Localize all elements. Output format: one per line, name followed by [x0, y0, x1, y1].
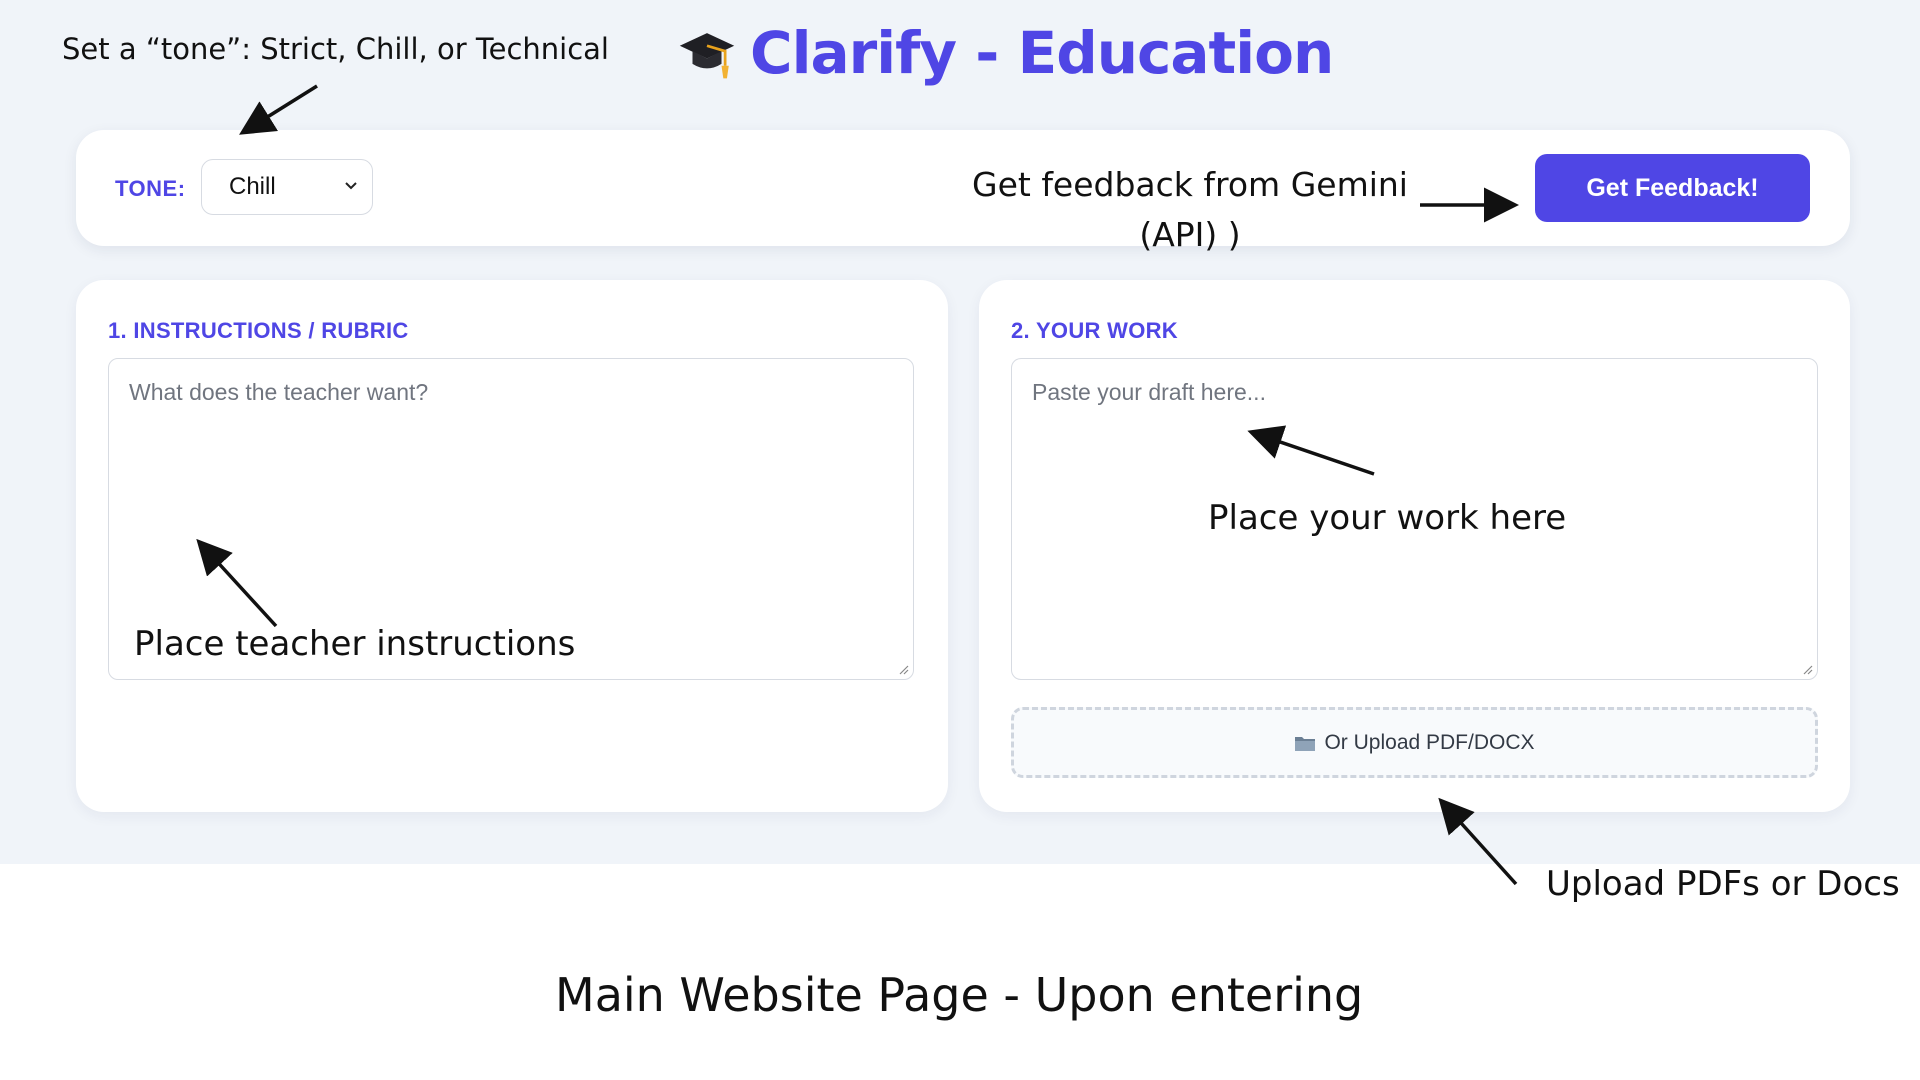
work-section-label: 2. YOUR WORK [1011, 318, 1178, 343]
page-caption: Main Website Page - Upon entering [555, 968, 1364, 1022]
graduation-cap-icon [679, 33, 735, 79]
tone-label: TONE: [115, 176, 186, 201]
folder-icon [1295, 736, 1316, 751]
work-annotation: Place your work here [1208, 498, 1567, 538]
upload-label: Or Upload PDF/DOCX [1324, 730, 1535, 754]
tone-selected-value: Chill [229, 173, 276, 200]
resize-handle-icon[interactable] [897, 663, 909, 675]
instructions-placeholder: What does the teacher want? [129, 379, 429, 405]
tone-annotation: Set a “tone”: Strict, Chill, or Technica… [62, 32, 609, 66]
app-title: Clarify - Education [678, 18, 1334, 88]
upload-annotation: Upload PDFs or Docs [1546, 864, 1900, 904]
chevron-down-icon [345, 182, 357, 190]
instructions-section-label: 1. INSTRUCTIONS / RUBRIC [108, 318, 409, 343]
feedback-annotation: Get feedback from Gemini (API) ) [972, 165, 1408, 254]
get-feedback-button[interactable]: Get Feedback! [1535, 154, 1810, 222]
app-title-text: Clarify - Education [750, 19, 1334, 87]
upload-file-button[interactable]: Or Upload PDF/DOCX [1011, 707, 1818, 778]
tone-select[interactable]: Chill [201, 159, 373, 215]
instructions-annotation: Place teacher instructions [134, 624, 576, 664]
work-placeholder: Paste your draft here... [1032, 379, 1266, 405]
resize-handle-icon[interactable] [1801, 663, 1813, 675]
